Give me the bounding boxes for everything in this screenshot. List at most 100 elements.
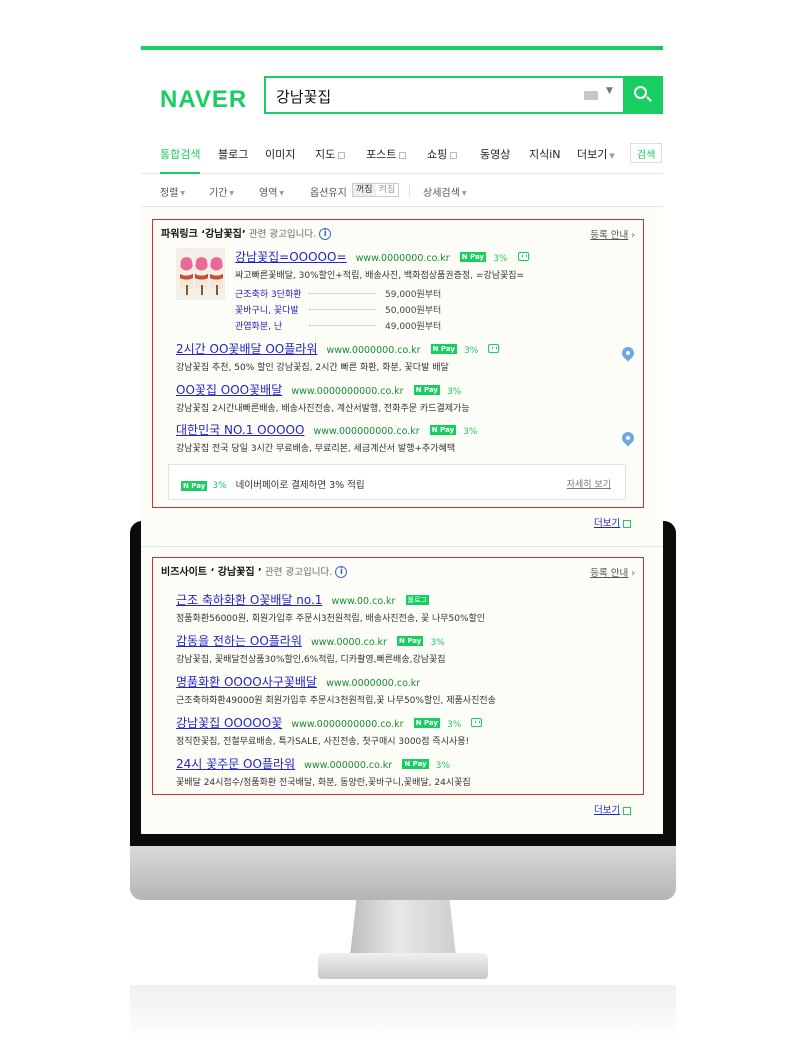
ad-description: 근조축하화환49000원 회원가입후 주문시3천원적립,꽃 나무50%할인, 제… bbox=[176, 696, 496, 706]
chevron-down-icon: ▼ bbox=[279, 189, 285, 197]
tab-kin[interactable]: 지식iN bbox=[529, 146, 561, 162]
bizsite-more-link[interactable]: 더보기 bbox=[594, 802, 632, 816]
ad-title-link[interactable]: 강남꽃집=OOOOO= bbox=[235, 250, 347, 264]
ad-item: OO꽃집 OOO꽃배달 www.0000000000.co.kr N Pay 3… bbox=[176, 379, 470, 414]
ad-url[interactable]: www.0000000.co.kr bbox=[326, 345, 420, 356]
tab-map-label: 지도 bbox=[315, 148, 336, 161]
tab-more[interactable]: 더보기 ▼ bbox=[577, 146, 615, 162]
external-link-icon bbox=[338, 151, 346, 159]
tab-map[interactable]: 지도 bbox=[315, 146, 346, 162]
monitor-stand-neck bbox=[350, 900, 456, 956]
info-icon[interactable]: i bbox=[335, 566, 348, 578]
ad-url[interactable]: www.00.co.kr bbox=[332, 596, 396, 607]
price-row: 근조축하 3단화환 59,000원부터 bbox=[235, 287, 595, 303]
powerlink-more-link[interactable]: 더보기 bbox=[594, 515, 632, 529]
search-icon-handle bbox=[646, 96, 652, 102]
ad-url[interactable]: www.0000000000.co.kr bbox=[291, 719, 403, 730]
blog-badge[interactable]: 블로그 bbox=[405, 594, 429, 605]
tab-shopping[interactable]: 쇼핑 bbox=[427, 146, 458, 162]
search-box[interactable]: 강남꽃집 ▼ bbox=[264, 76, 663, 114]
info-icon[interactable]: i bbox=[319, 228, 332, 240]
price-row: 꽃바구니, 꽃다발 50,000원부터 bbox=[235, 303, 595, 319]
ad-title-link[interactable]: 강남꽃집 OOOOO꽃 bbox=[176, 716, 282, 730]
area-dropdown[interactable]: 영역 ▼ bbox=[259, 184, 284, 199]
npay-badge: N Pay bbox=[402, 758, 429, 769]
ad-description: 꽃배달 24시접수/정품화환 전국배달, 화분, 동양란,꽃바구니,꽃배달, 2… bbox=[176, 778, 471, 788]
map-pin-icon[interactable] bbox=[619, 429, 637, 447]
ad-title-link[interactable]: 24시 꽃주문 OO플라워 bbox=[176, 757, 295, 771]
dotted-leader bbox=[309, 293, 375, 294]
talktalk-icon[interactable] bbox=[517, 252, 529, 261]
powerlink-title: 파워링크 ‘강남꽃집’ bbox=[161, 229, 246, 240]
npay-badge: N Pay bbox=[459, 251, 487, 262]
ad-title-link[interactable]: OO꽃집 OOO꽃배달 bbox=[176, 383, 282, 397]
area-label: 영역 bbox=[259, 188, 278, 199]
talktalk-icon[interactable] bbox=[471, 718, 483, 727]
chevron-down-icon[interactable]: ▼ bbox=[606, 86, 613, 96]
keep-option-toggle[interactable]: 꺼짐 켜짐 bbox=[352, 183, 400, 197]
search-option-button[interactable]: 검색 bbox=[630, 143, 663, 163]
ad-title-link[interactable]: 감동을 전하는 OO플라워 bbox=[176, 634, 302, 648]
chevron-down-icon: ▼ bbox=[461, 189, 467, 197]
ad-url[interactable]: www.0000000.co.kr bbox=[356, 253, 450, 264]
ad-title-link[interactable]: 2시간 OO꽃배달 OO플라워 bbox=[176, 342, 317, 356]
search-input[interactable]: 강남꽃집 bbox=[276, 86, 331, 107]
ad-title-link[interactable]: 명품화환 OOOO사구꽃배달 bbox=[176, 675, 317, 689]
ad-thumbnail-image[interactable] bbox=[176, 248, 225, 300]
ad-url[interactable]: www.000000.co.kr bbox=[304, 760, 392, 771]
naverpay-banner[interactable]: N Pay 3% 네이버페이로 결제하면 3% 적립 자세히 보기 bbox=[168, 464, 626, 500]
period-dropdown[interactable]: 기간 ▼ bbox=[209, 184, 234, 199]
ad-title-link[interactable]: 근조 축하화환 O꽃배달 no.1 bbox=[176, 593, 322, 607]
price-item-link[interactable]: 꽃바구니, 꽃다발 bbox=[235, 303, 299, 316]
ad-description: 강남꽃집, 꽃배달전상품30%할인,6%적립, 디카촬영,빠른배송,강남꽃집 bbox=[176, 655, 446, 665]
toggle-on-state[interactable]: 켜짐 bbox=[376, 184, 399, 196]
ad-url[interactable]: www.000000000.co.kr bbox=[314, 426, 420, 437]
tab-integrated[interactable]: 통합검색 bbox=[160, 146, 200, 162]
ad-url[interactable]: www.0000000000.co.kr bbox=[291, 386, 403, 397]
npay-badge: N Pay bbox=[413, 717, 440, 728]
search-options-bar: 정렬 ▼ 기간 ▼ 영역 ▼ 옵션유지 꺼짐 켜짐 상세검색 ▼ bbox=[141, 174, 663, 207]
ad-title-link[interactable]: 대한민국 NO.1 OOOOO bbox=[176, 423, 304, 437]
dotted-leader bbox=[309, 325, 375, 326]
map-pin-icon[interactable] bbox=[619, 344, 637, 362]
npay-rate: 3% bbox=[212, 481, 227, 491]
chevron-down-icon: ▼ bbox=[229, 189, 235, 197]
talktalk-icon[interactable] bbox=[488, 344, 500, 353]
ad-item: 강남꽃집=OOOOO= www.0000000.co.kr N Pay 3% 싸… bbox=[235, 246, 529, 281]
ad-url[interactable]: www.0000000.co.kr bbox=[326, 678, 420, 689]
dotted-leader bbox=[309, 309, 375, 310]
tab-video[interactable]: 동영상 bbox=[480, 146, 510, 162]
ad-url[interactable]: www.0000.co.kr bbox=[311, 637, 387, 648]
tab-post[interactable]: 포스트 bbox=[366, 146, 407, 162]
more-icon bbox=[623, 519, 632, 528]
tab-image[interactable]: 이미지 bbox=[265, 146, 295, 162]
search-tabs: 통합검색 블로그 이미지 지도 포스트 쇼핑 동영상 지식iN 더보기 ▼ 검색 bbox=[141, 136, 663, 174]
more-label: 더보기 bbox=[594, 805, 621, 816]
naver-logo[interactable]: NAVER bbox=[160, 86, 247, 114]
search-header: NAVER 강남꽃집 ▼ bbox=[141, 50, 663, 136]
tab-shopping-label: 쇼핑 bbox=[427, 148, 448, 161]
ad-notice: 관련 광고입니다. bbox=[248, 229, 317, 240]
npay-rate: 3% bbox=[464, 346, 479, 356]
register-guide-link[interactable]: 등록 안내 › bbox=[590, 565, 635, 579]
powerlink-ad-box: 파워링크 ‘강남꽃집’ 관련 광고입니다. i 등록 안내 › 강남꽃집=OOOO… bbox=[152, 219, 644, 508]
sort-dropdown[interactable]: 정렬 ▼ bbox=[160, 184, 185, 199]
detail-view-link[interactable]: 자세히 보기 bbox=[567, 477, 611, 490]
flower-wreath-image bbox=[195, 253, 208, 289]
tab-blog[interactable]: 블로그 bbox=[218, 146, 248, 162]
keyboard-icon[interactable] bbox=[584, 91, 598, 100]
ad-notice: 관련 광고입니다. bbox=[265, 567, 333, 578]
price-item-link[interactable]: 근조축하 3단화환 bbox=[235, 287, 302, 300]
npay-rate: 3% bbox=[447, 720, 462, 730]
period-label: 기간 bbox=[209, 188, 228, 199]
monitor-reflection bbox=[130, 985, 676, 1039]
npay-rate: 3% bbox=[493, 254, 508, 264]
toggle-off-state[interactable]: 꺼짐 bbox=[353, 184, 376, 196]
price-value: 59,000원부터 bbox=[385, 290, 442, 300]
detail-search-dropdown[interactable]: 상세검색 ▼ bbox=[423, 184, 466, 199]
price-item-link[interactable]: 관엽화분, 난 bbox=[235, 319, 282, 332]
register-guide-label: 등록 안내 bbox=[590, 568, 629, 579]
ad-description: 강남꽃집 추천, 50% 할인 강남꽃집, 2시간 빠른 화환, 화분, 꽃다발… bbox=[176, 363, 449, 373]
register-guide-link[interactable]: 등록 안내 › bbox=[590, 227, 635, 241]
search-button[interactable] bbox=[623, 78, 661, 112]
